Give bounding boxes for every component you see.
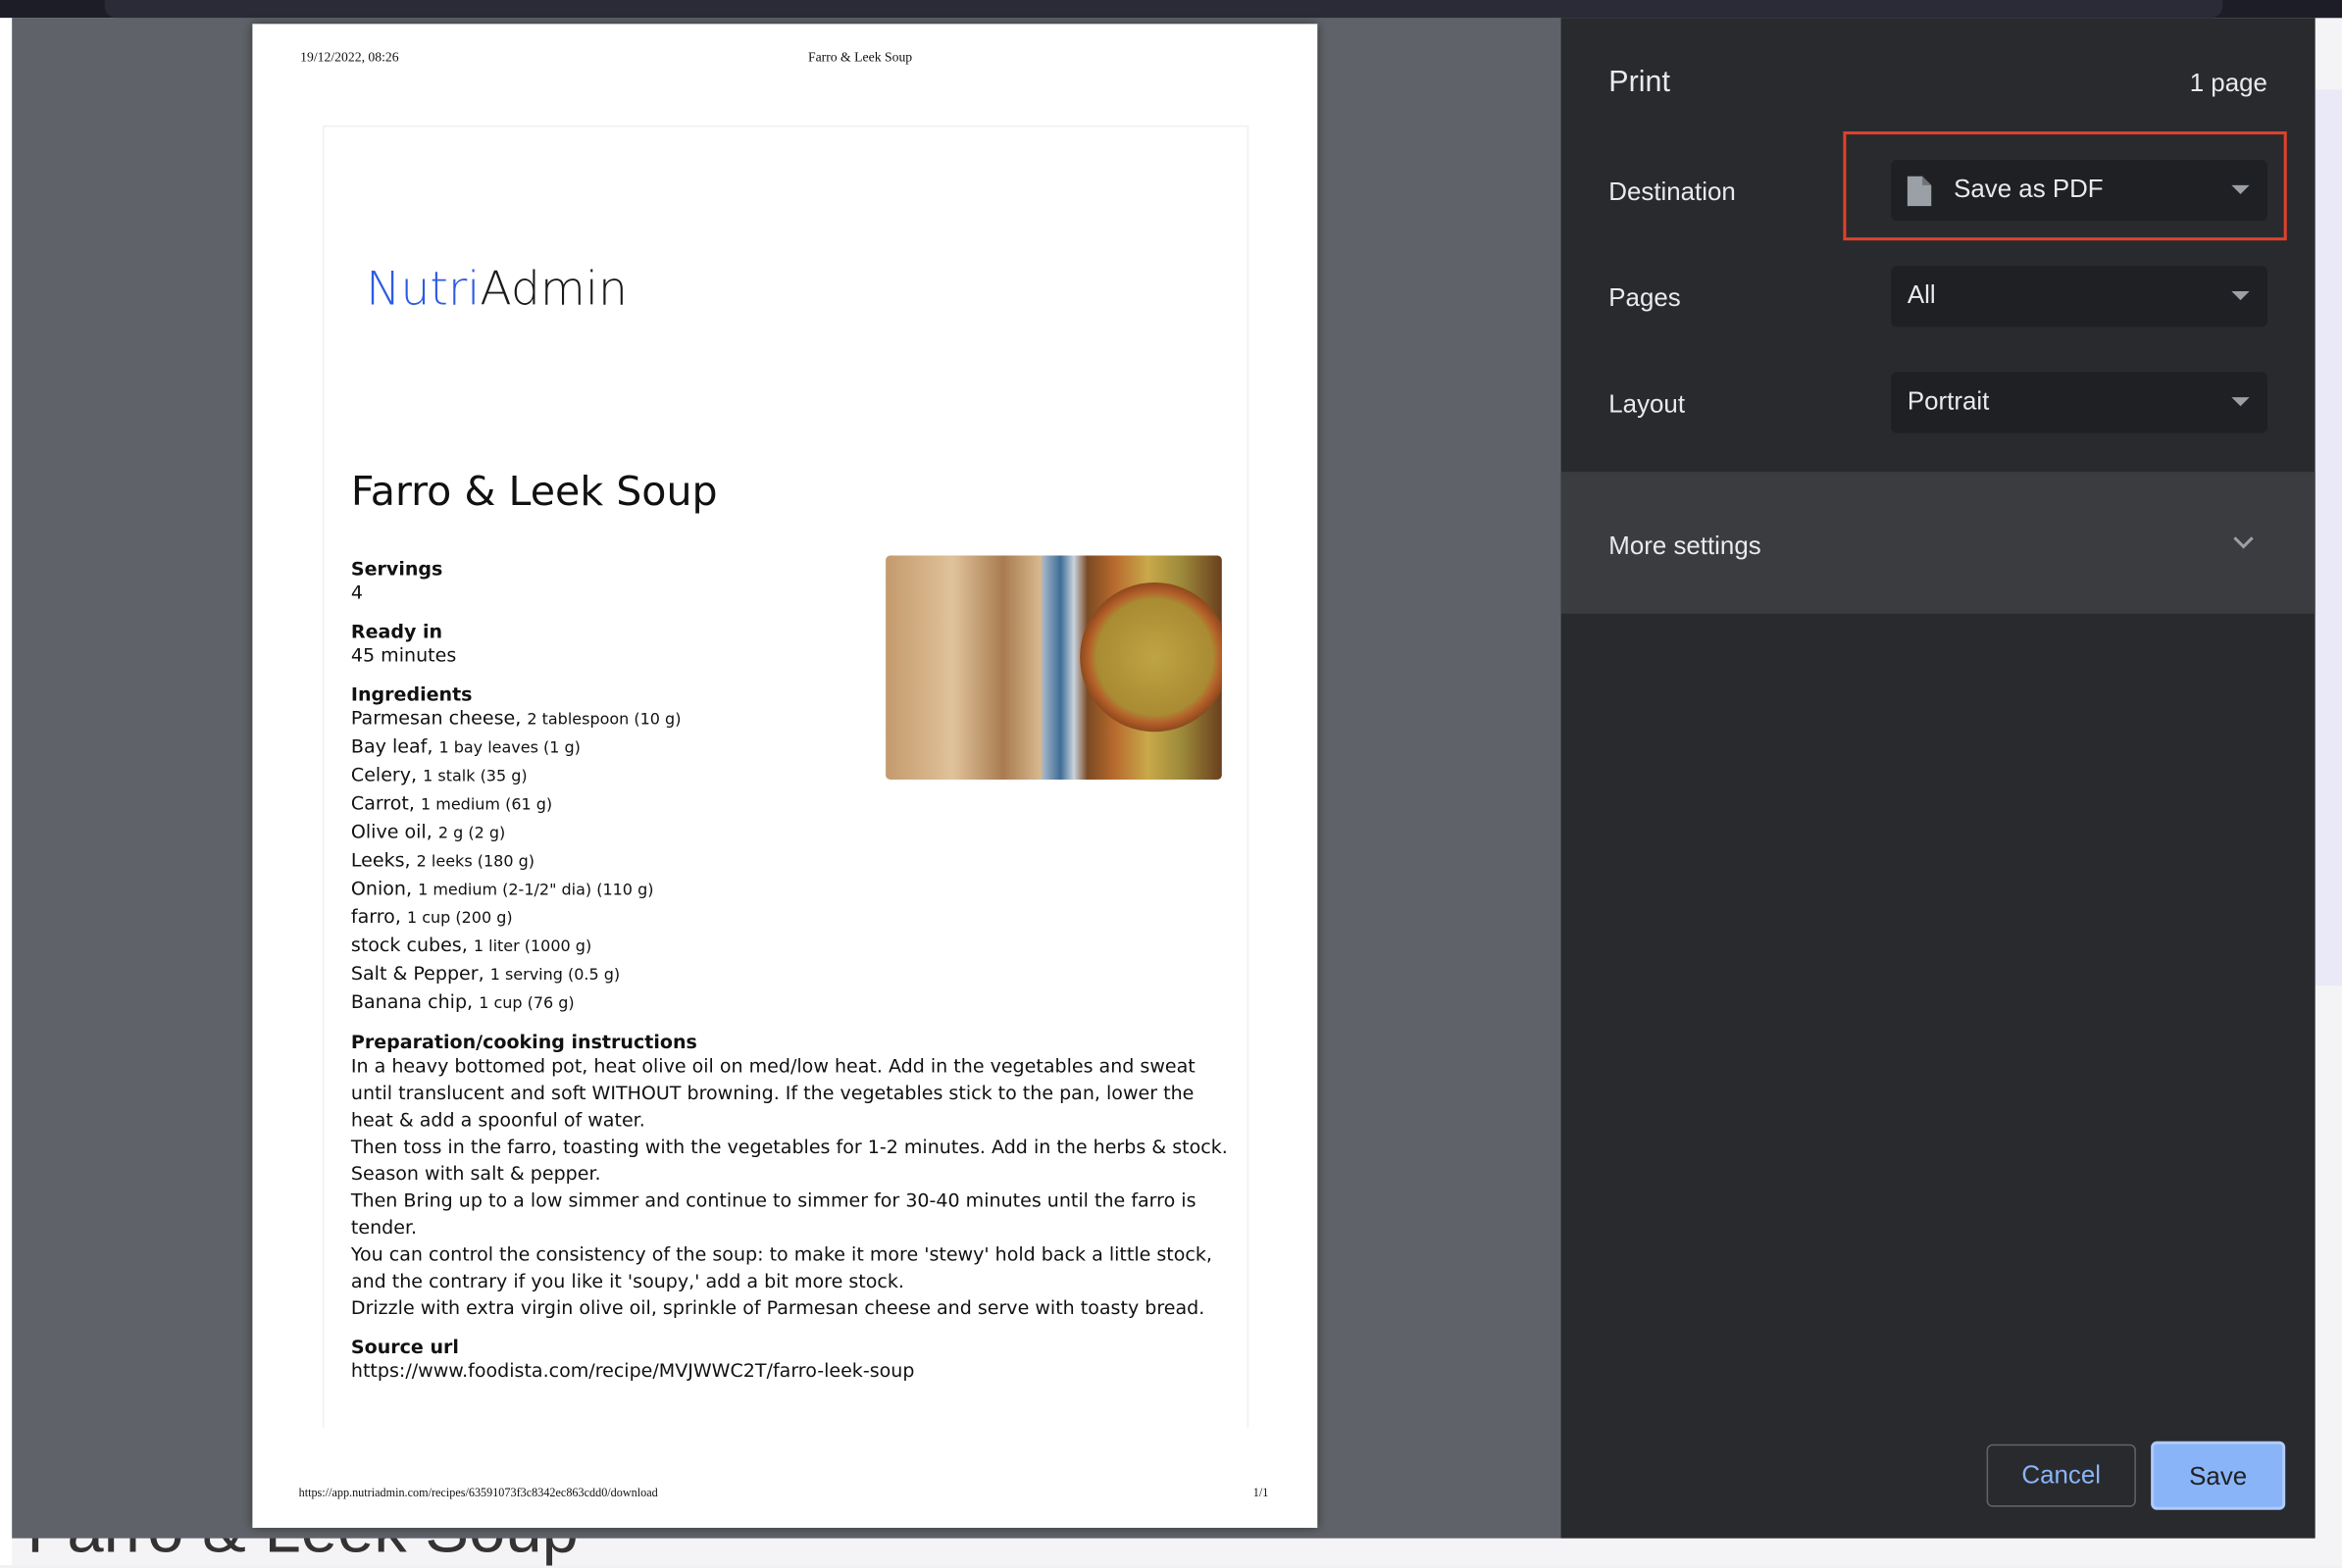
source-label: Source url xyxy=(350,1335,459,1358)
recipe-title: Farro & Leek Soup xyxy=(350,469,718,516)
ingredient-item: Carrot, 1 medium (61 g) xyxy=(350,791,553,815)
ingredient-item: Banana chip, 1 cup (76 g) xyxy=(350,989,575,1013)
footer-page-number: 1/1 xyxy=(1252,1486,1269,1500)
instruction-line: Then Bring up to a low simmer and contin… xyxy=(350,1189,1196,1212)
cancel-button[interactable]: Cancel xyxy=(1986,1443,2136,1507)
page-count: 1 page xyxy=(2189,69,2267,97)
more-settings-label: More settings xyxy=(1608,531,1761,561)
print-title: Print xyxy=(1608,66,1670,99)
screen: Farro & Leek Soup 19/12/2022, 08:26 Farr… xyxy=(0,0,2342,1567)
dropdown-arrow-icon xyxy=(2231,397,2250,407)
ingredient-item: Salt & Pepper, 1 serving (0.5 g) xyxy=(350,961,621,985)
app-background-right xyxy=(2315,89,2342,986)
layout-value: Portrait xyxy=(1907,386,1990,416)
ingredient-item: farro, 1 cup (200 g) xyxy=(350,904,513,928)
instruction-line: Drizzle with extra virgin olive oil, spr… xyxy=(350,1295,1205,1319)
instruction-line: heat & add a spoonful of water. xyxy=(350,1108,645,1131)
nutriadmin-logo: NutriAdmin xyxy=(366,263,628,317)
ingredient-item: Onion, 1 medium (2-1/2" dia) (110 g) xyxy=(350,877,654,899)
preview-page: 19/12/2022, 08:26 Farro & Leek Soup Nutr… xyxy=(252,24,1318,1529)
source-url: https://www.foodista.com/recipe/MVJWWC2T… xyxy=(350,1358,915,1382)
dropdown-arrow-icon xyxy=(2231,290,2250,301)
instruction-line: until translucent and soft WITHOUT brown… xyxy=(350,1081,1195,1104)
instruction-line: In a heavy bottomed pot, heat olive oil … xyxy=(350,1054,1196,1078)
pages-select[interactable]: All xyxy=(1891,266,2267,328)
dropdown-arrow-icon xyxy=(2231,184,2250,194)
layout-label: Layout xyxy=(1608,389,1686,419)
more-settings-toggle[interactable]: More settings xyxy=(1560,472,2316,614)
instruction-line: Then toss in the farro, toasting with th… xyxy=(350,1135,1228,1158)
header-date: 19/12/2022, 08:26 xyxy=(300,49,399,65)
file-icon xyxy=(1907,176,1932,207)
instruction-line: Season with salt & pepper. xyxy=(350,1161,601,1185)
ingredient-item: Leeks, 2 leeks (180 g) xyxy=(350,848,535,871)
address-bar[interactable] xyxy=(104,0,2223,19)
print-settings-panel: Print 1 page Destination Save as PDF Pag… xyxy=(1560,18,2316,1539)
footer-url: https://app.nutriadmin.com/recipes/63591… xyxy=(298,1486,658,1500)
destination-label: Destination xyxy=(1608,177,1736,207)
instructions-text: In a heavy bottomed pot, heat olive oil … xyxy=(351,1053,1228,1322)
chevron-down-icon xyxy=(2233,536,2254,549)
pages-label: Pages xyxy=(1608,283,1681,313)
layout-select[interactable]: Portrait xyxy=(1891,372,2267,433)
soup-bowl-image xyxy=(1080,582,1222,733)
header-title: Farro & Leek Soup xyxy=(807,49,913,65)
ingredient-item: Olive oil, 2 g (2 g) xyxy=(350,820,506,842)
instruction-line: and the contrary if you like it 'soupy,'… xyxy=(350,1269,904,1292)
instructions-label: Preparation/cooking instructions xyxy=(350,1030,697,1053)
destination-value: Save as PDF xyxy=(1954,175,2104,204)
save-button[interactable]: Save xyxy=(2151,1441,2286,1510)
browser-toolbar xyxy=(0,0,2342,19)
instruction-line: You can control the consistency of the s… xyxy=(350,1242,1212,1265)
recipe-photo xyxy=(886,555,1222,781)
instruction-line: tender. xyxy=(350,1215,418,1239)
destination-select[interactable]: Save as PDF xyxy=(1891,159,2267,222)
ingredient-item: stock cubes, 1 liter (1000 g) xyxy=(350,933,592,956)
app-background xyxy=(0,18,13,1566)
pages-value: All xyxy=(1907,280,1936,310)
